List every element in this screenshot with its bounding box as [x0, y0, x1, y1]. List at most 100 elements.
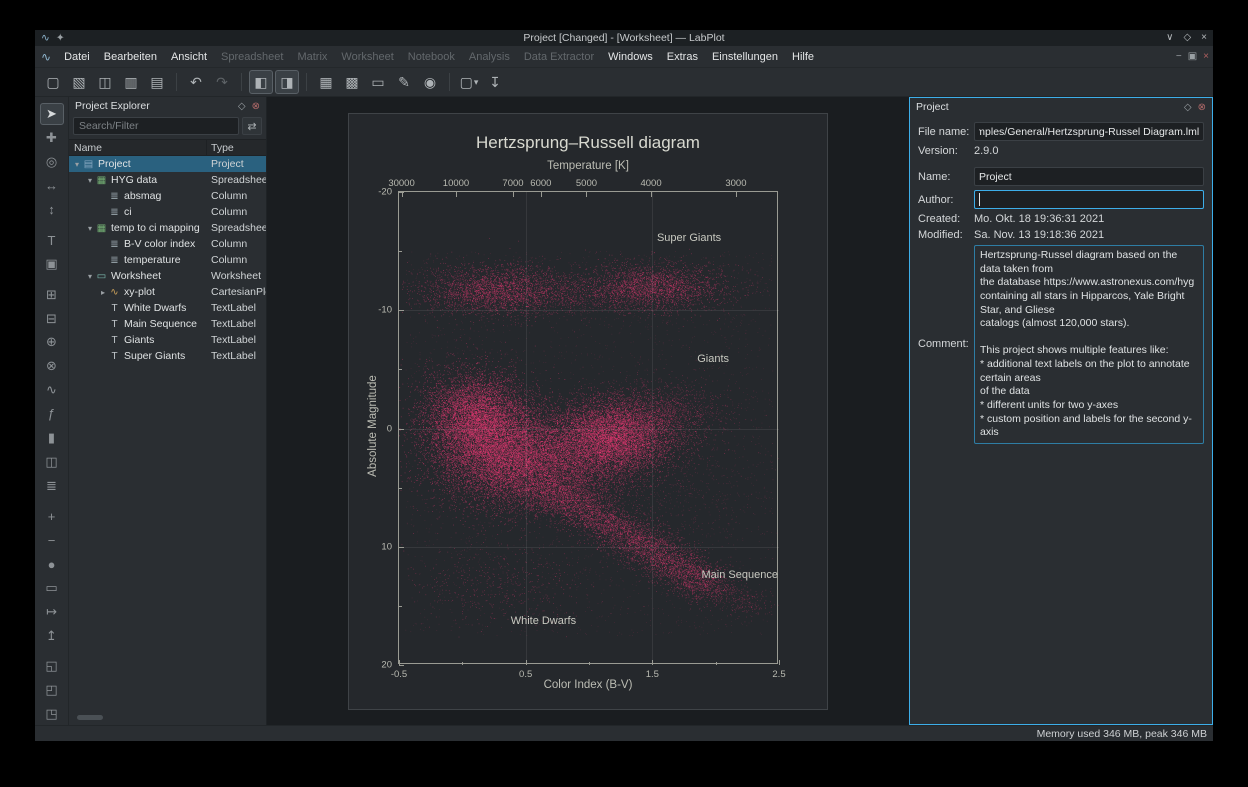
dock-float-icon[interactable]: ◇: [1184, 102, 1192, 113]
tree-item-name: xy-plot: [124, 286, 155, 298]
project-explorer-header[interactable]: Project Explorer ◇ ⊗: [69, 97, 266, 115]
add-image-icon[interactable]: ▣: [40, 253, 64, 275]
tree-item-name: B-V color index: [124, 238, 195, 250]
pin-icon[interactable]: ✦: [56, 32, 65, 44]
toggle-properties-explorer-icon[interactable]: ◨: [275, 70, 299, 94]
add-legend-icon[interactable]: ≣: [40, 475, 64, 497]
zoom-x-select-mode-icon[interactable]: ↔: [40, 175, 64, 197]
worksheet-view[interactable]: Hertzsprung–Russell diagram Temperature …: [267, 97, 909, 725]
print-preview-icon[interactable]: ▤: [145, 70, 169, 94]
expander-collapsed-icon[interactable]: ▸: [98, 288, 108, 297]
menu-datei[interactable]: Datei: [57, 48, 97, 66]
new-project-icon[interactable]: ▢: [41, 70, 65, 94]
zoom-fit-height-icon[interactable]: ↥: [40, 625, 64, 647]
add-plot-two-axes-icon[interactable]: ⊟: [40, 308, 64, 330]
add-plot-centered-axes-icon[interactable]: ⊕: [40, 332, 64, 354]
tree-column-headers[interactable]: Name Type: [69, 139, 266, 156]
tree-row-temperature[interactable]: ≣temperatureColumn: [69, 252, 266, 268]
subwindow-minimize-icon[interactable]: −: [1176, 51, 1182, 62]
import-file-icon[interactable]: ↧: [483, 70, 507, 94]
menu-einstellungen[interactable]: Einstellungen: [705, 48, 785, 66]
add-text-label-icon[interactable]: T: [40, 229, 64, 251]
tree-row-temp-to-ci-mapping[interactable]: ▾▦temp to ci mappingSpreadsheet: [69, 220, 266, 236]
horizontal-scrollbar[interactable]: [77, 715, 103, 720]
tree-row-xy-plot[interactable]: ▸∿xy-plotCartesianPlot: [69, 284, 266, 300]
print-icon[interactable]: ▥: [119, 70, 143, 94]
expander-expanded-icon[interactable]: ▾: [72, 160, 82, 169]
new-matrix-icon[interactable]: ▩: [340, 70, 364, 94]
app-menu-icon[interactable]: ∿: [41, 50, 51, 64]
zoom-fit-width-icon[interactable]: ↦: [40, 601, 64, 623]
plot-area[interactable]: -0.50.51.52.5-20-10010203000010000700060…: [398, 191, 778, 664]
new-worksheet-icon[interactable]: ▭: [366, 70, 390, 94]
zoom-out-icon[interactable]: −: [40, 529, 64, 551]
menu-ansicht[interactable]: Ansicht: [164, 48, 214, 66]
dock-close-icon[interactable]: ⊗: [252, 101, 260, 112]
expander-expanded-icon[interactable]: ▾: [85, 272, 95, 281]
auto-scale-y-icon[interactable]: ◰: [40, 679, 64, 701]
new-datapicker-icon[interactable]: ◉: [418, 70, 442, 94]
menu-hilfe[interactable]: Hilfe: [785, 48, 821, 66]
column-header-name[interactable]: Name: [69, 140, 207, 155]
minimize-button[interactable]: ∨: [1166, 33, 1173, 43]
auto-scale-x-icon[interactable]: ◱: [40, 655, 64, 677]
tree-row-super-giants[interactable]: TSuper GiantsTextLabel: [69, 348, 266, 364]
y-tick-label: 0: [387, 423, 392, 434]
close-button[interactable]: ×: [1201, 33, 1207, 43]
new-spreadsheet-icon[interactable]: ▦: [314, 70, 338, 94]
zoom-fit-page-icon[interactable]: ▭: [40, 577, 64, 599]
tree-row-main-sequence[interactable]: TMain SequenceTextLabel: [69, 316, 266, 332]
titlebar[interactable]: ∿ ✦ Project [Changed] - [Worksheet] — La…: [35, 30, 1213, 46]
name-input[interactable]: [974, 167, 1204, 186]
zoom-select-mode-icon[interactable]: ◎: [40, 151, 64, 173]
column-header-type[interactable]: Type: [207, 140, 266, 155]
navigate-mode-icon[interactable]: ✚: [40, 127, 64, 149]
zoom-origin-icon[interactable]: ●: [40, 553, 64, 575]
dock-float-icon[interactable]: ◇: [238, 101, 246, 112]
top-tick-label: 10000: [443, 178, 469, 189]
properties-header[interactable]: Project ◇ ⊗: [910, 98, 1212, 116]
dock-close-icon[interactable]: ⊗: [1198, 102, 1206, 113]
search-options-icon[interactable]: ⇄: [242, 117, 262, 135]
select-edit-mode-icon[interactable]: ➤: [40, 103, 64, 125]
subwindow-restore-icon[interactable]: ▣: [1188, 51, 1197, 62]
tree-row-giants[interactable]: TGiantsTextLabel: [69, 332, 266, 348]
file-name-input[interactable]: [974, 122, 1204, 141]
tree-row-worksheet[interactable]: ▾▭WorksheetWorksheet: [69, 268, 266, 284]
tree-row-b-v-color-index[interactable]: ≣B-V color indexColumn: [69, 236, 266, 252]
tree-row-absmag[interactable]: ≣absmagColumn: [69, 188, 266, 204]
menubar: ∿ DateiBearbeitenAnsichtSpreadsheetMatri…: [35, 46, 1213, 68]
redo-icon[interactable]: ↷: [210, 70, 234, 94]
toggle-project-explorer-icon[interactable]: ◧: [249, 70, 273, 94]
add-equation-curve-icon[interactable]: ƒ: [40, 403, 64, 425]
add-plot-four-axes-icon[interactable]: ⊞: [40, 284, 64, 306]
tree-row-white-dwarfs[interactable]: TWhite DwarfsTextLabel: [69, 300, 266, 316]
folder-icon: ▤: [82, 159, 95, 170]
tree-row-ci[interactable]: ≣ciColumn: [69, 204, 266, 220]
expander-expanded-icon[interactable]: ▾: [85, 176, 95, 185]
zoom-in-icon[interactable]: +: [40, 505, 64, 527]
author-input[interactable]: [974, 190, 1204, 209]
add-histogram-icon[interactable]: ▮: [40, 427, 64, 449]
comment-textarea[interactable]: Hertzsprung-Russel diagram based on the …: [974, 245, 1204, 444]
new-object-dropdown-icon[interactable]: ▢▾: [457, 70, 481, 94]
menu-extras[interactable]: Extras: [660, 48, 705, 66]
save-project-icon[interactable]: ◫: [93, 70, 117, 94]
tree-row-project[interactable]: ▾▤ProjectProject: [69, 156, 266, 172]
auto-scale-all-icon[interactable]: ◳: [40, 703, 64, 725]
add-xy-curve-icon[interactable]: ∿: [40, 379, 64, 401]
undo-icon[interactable]: ↶: [184, 70, 208, 94]
search-input[interactable]: [73, 117, 239, 135]
expander-expanded-icon[interactable]: ▾: [85, 224, 95, 233]
worksheet-page[interactable]: Hertzsprung–Russell diagram Temperature …: [348, 113, 828, 710]
open-project-icon[interactable]: ▧: [67, 70, 91, 94]
subwindow-close-icon[interactable]: ×: [1203, 51, 1209, 62]
new-notebook-icon[interactable]: ✎: [392, 70, 416, 94]
menu-bearbeiten[interactable]: Bearbeiten: [97, 48, 164, 66]
zoom-y-select-mode-icon[interactable]: ↕: [40, 198, 64, 220]
add-boxplot-icon[interactable]: ◫: [40, 451, 64, 473]
menu-windows[interactable]: Windows: [601, 48, 660, 66]
tree-row-hyg-data[interactable]: ▾▦HYG dataSpreadsheet: [69, 172, 266, 188]
add-plot-centered-origin-icon[interactable]: ⊗: [40, 355, 64, 377]
maximize-button[interactable]: ◇: [1183, 33, 1191, 43]
